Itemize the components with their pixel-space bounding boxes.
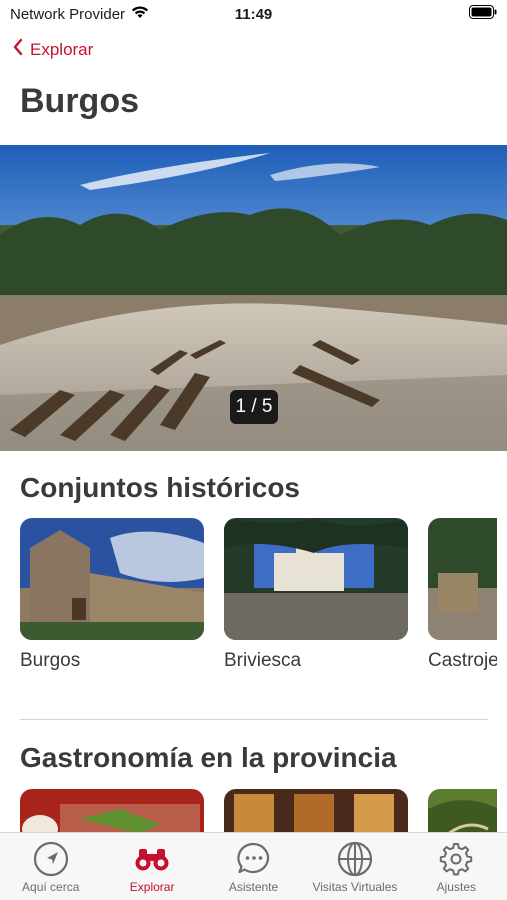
card-image [20, 518, 204, 640]
tab-explorar[interactable]: Explorar [101, 833, 202, 900]
card-gastronomia-1[interactable] [20, 789, 204, 832]
gear-icon [436, 841, 476, 877]
battery-icon [469, 5, 497, 23]
gastronomia-carousel[interactable] [0, 789, 497, 832]
card-castrojeriz[interactable]: Castrojeriz [428, 518, 497, 672]
conjuntos-carousel[interactable]: Burgos Briviesca Castroje [0, 518, 497, 678]
section-title-conjuntos: Conjuntos históricos [20, 472, 300, 503]
card-image [224, 518, 408, 640]
chat-bubble-icon [234, 841, 274, 877]
tab-label: Asistente [228, 880, 279, 894]
tab-visitas-virtuales[interactable]: Visitas Virtuales [304, 833, 405, 900]
tab-label: Aquí cerca [22, 880, 80, 894]
card-gastronomia-2[interactable] [224, 789, 408, 832]
card-burgos[interactable]: Burgos [20, 518, 204, 672]
card-image [428, 518, 497, 640]
card-label: Briviesca [224, 650, 302, 671]
chevron-left-icon [12, 38, 24, 61]
status-bar: Network Provider 11:49 [0, 0, 507, 28]
tab-ajustes[interactable]: Ajustes [406, 833, 507, 900]
section-title-gastronomia: Gastronomía en la provincia [20, 742, 397, 773]
tab-label: Visitas Virtuales [312, 880, 398, 894]
tab-label: Explorar [129, 880, 175, 894]
card-image [20, 789, 204, 832]
location-arrow-icon [31, 841, 71, 877]
carrier-name: Network Provider [10, 5, 126, 23]
back-button[interactable]: Explorar [12, 38, 93, 61]
binoculars-icon [132, 841, 172, 877]
tab-label: Ajustes [436, 880, 476, 894]
card-image [428, 789, 497, 832]
card-label: Castrojeriz [428, 650, 497, 671]
card-gastronomia-3[interactable] [428, 789, 497, 832]
tab-bar: Aquí cerca Explorar Asistente Visitas Vi… [0, 832, 507, 900]
tab-asistente[interactable]: Asistente [203, 833, 304, 900]
card-image [224, 789, 408, 832]
section-divider [20, 719, 488, 720]
wifi-icon [131, 5, 149, 23]
back-label: Explorar [30, 39, 94, 59]
tab-aqui-cerca[interactable]: Aquí cerca [0, 833, 101, 900]
globe-icon [335, 841, 375, 877]
page-title: Burgos [20, 82, 139, 120]
card-briviesca[interactable]: Briviesca [224, 518, 408, 672]
image-pager-badge: 1 / 5 [230, 390, 278, 424]
card-label: Burgos [20, 650, 81, 671]
